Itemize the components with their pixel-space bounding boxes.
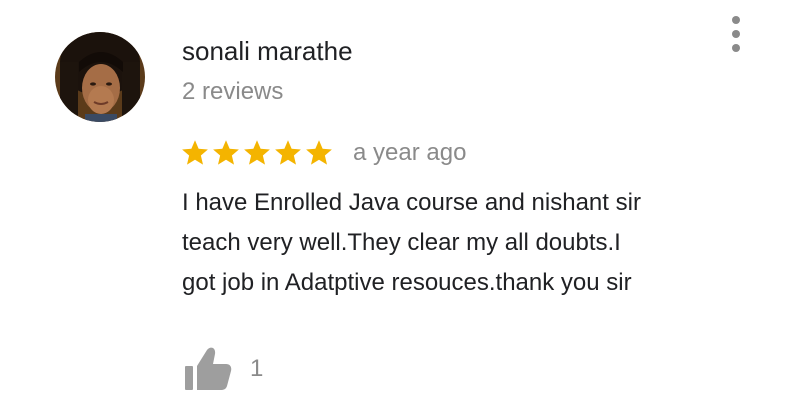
- star-icon: [244, 140, 270, 165]
- more-dot: [732, 44, 740, 52]
- review-text: I have Enrolled Java course and nishant …: [182, 183, 772, 303]
- reviewer-name[interactable]: sonali marathe: [182, 34, 353, 68]
- avatar-photo: [55, 32, 145, 122]
- review-text-line: teach very well.They clear my all doubts…: [182, 229, 621, 256]
- review-card: sonali marathe 2 reviews a year ago I ha…: [0, 0, 812, 404]
- helpful-row: 1: [182, 344, 263, 394]
- star-icon: [213, 140, 239, 165]
- thumb-up-icon[interactable]: [182, 344, 232, 394]
- star-icon: [275, 140, 301, 165]
- review-count[interactable]: 2 reviews: [182, 76, 283, 108]
- star-icon: [182, 140, 208, 165]
- review-text-line: I have Enrolled Java course and nishant …: [182, 189, 641, 216]
- rating-row: a year ago: [180, 134, 466, 172]
- star-rating: [180, 138, 335, 168]
- more-dot: [732, 30, 740, 38]
- review-date: a year ago: [353, 139, 467, 166]
- more-vert-icon[interactable]: [722, 14, 750, 54]
- avatar[interactable]: [55, 32, 145, 122]
- helpful-count: 1: [250, 355, 264, 382]
- review-text-line: got job in Adatptive resouces.thank you …: [182, 269, 632, 296]
- more-dot: [732, 16, 740, 24]
- star-icon: [306, 140, 332, 165]
